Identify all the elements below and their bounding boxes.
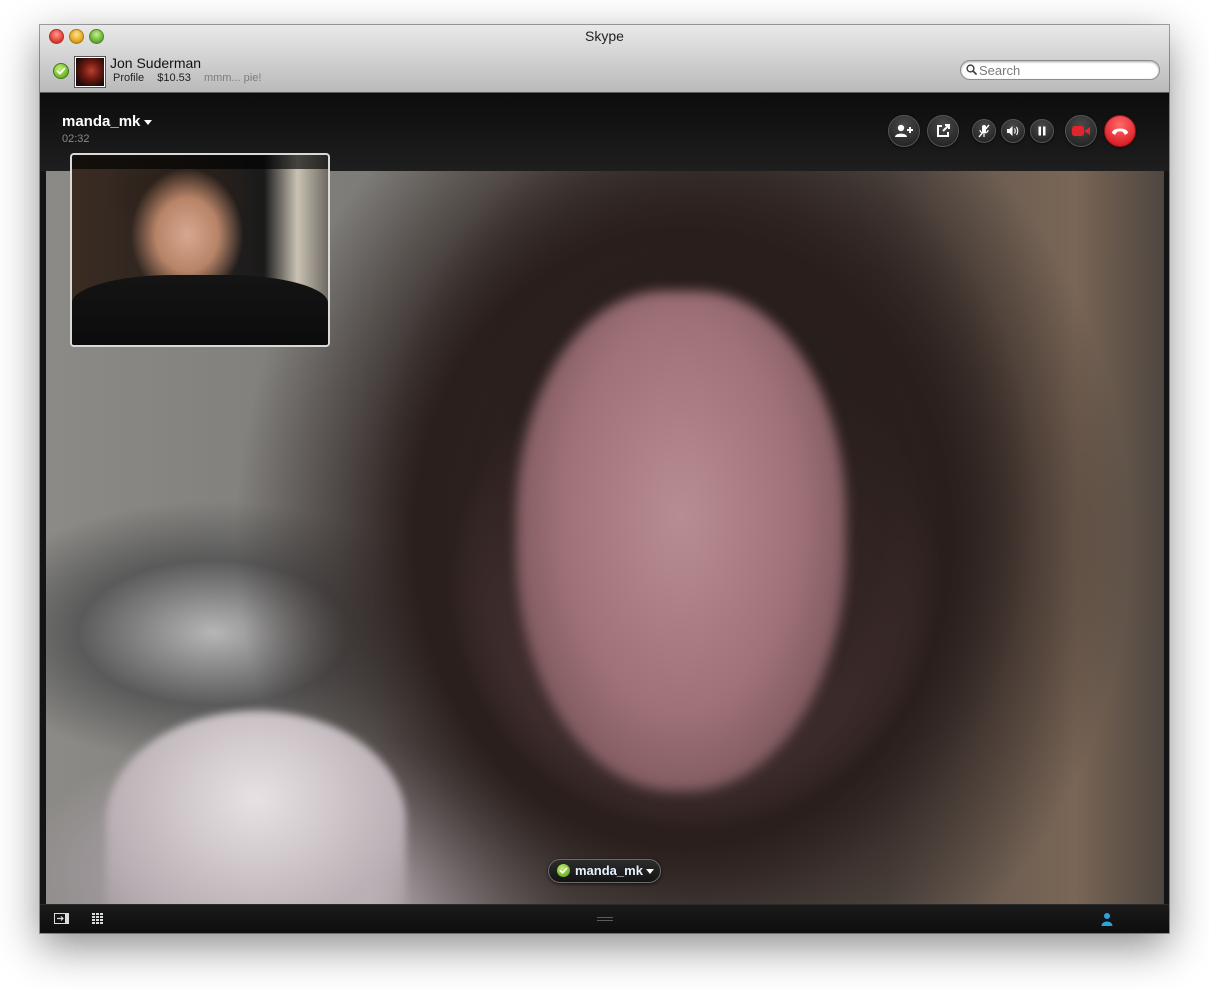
skype-credit-balance[interactable]: $10.53 xyxy=(157,72,191,84)
search-icon xyxy=(966,64,977,75)
share-screen-button[interactable] xyxy=(927,115,959,147)
hang-up-icon xyxy=(1112,128,1128,135)
pause-icon xyxy=(1038,126,1046,136)
volume-icon xyxy=(1007,126,1019,136)
toggle-sidebar-icon[interactable] xyxy=(54,913,69,924)
add-participant-button[interactable] xyxy=(888,115,920,147)
call-contact-label: manda_mk xyxy=(62,113,141,130)
call-area: manda_mk 02:32 manda_mk xyxy=(40,93,1169,933)
account-details: Profile $10.53 mmm... pie! xyxy=(113,72,271,84)
participant-name-pill[interactable]: manda_mk xyxy=(548,859,661,883)
mute-microphone-icon xyxy=(978,124,990,138)
title-bar: Skype Jon Suderman Profile $10.53 mmm...… xyxy=(40,25,1169,93)
resize-grip-icon[interactable] xyxy=(597,917,613,922)
share-screen-icon xyxy=(937,124,950,137)
search-field[interactable] xyxy=(960,60,1160,80)
self-video-preview[interactable] xyxy=(70,153,330,347)
volume-button[interactable] xyxy=(1001,119,1025,143)
call-duration: 02:32 xyxy=(62,133,90,145)
video-toggle-button[interactable] xyxy=(1065,115,1097,147)
chevron-down-icon xyxy=(646,869,654,874)
participant-name: manda_mk xyxy=(575,863,643,878)
call-contact-name[interactable]: manda_mk xyxy=(62,113,153,130)
hold-call-button[interactable] xyxy=(1030,119,1054,143)
skype-window: Skype Jon Suderman Profile $10.53 mmm...… xyxy=(40,25,1169,933)
search-input[interactable] xyxy=(979,62,1149,78)
profile-link[interactable]: Profile xyxy=(113,72,144,84)
user-avatar[interactable] xyxy=(74,56,106,88)
dial-pad-icon[interactable] xyxy=(92,913,103,924)
add-participant-icon xyxy=(895,124,913,137)
window-title: Skype xyxy=(585,28,624,44)
video-camera-icon xyxy=(1072,126,1090,136)
mute-button[interactable] xyxy=(972,119,996,143)
account-name[interactable]: Jon Suderman xyxy=(110,55,201,71)
contacts-icon[interactable] xyxy=(1101,912,1113,926)
online-status-icon xyxy=(557,864,570,877)
chevron-down-icon xyxy=(144,119,153,125)
online-status-icon[interactable] xyxy=(53,63,69,79)
call-bottom-bar xyxy=(40,904,1169,933)
hang-up-button[interactable] xyxy=(1104,115,1136,147)
mood-message[interactable]: mmm... pie! xyxy=(204,72,261,84)
